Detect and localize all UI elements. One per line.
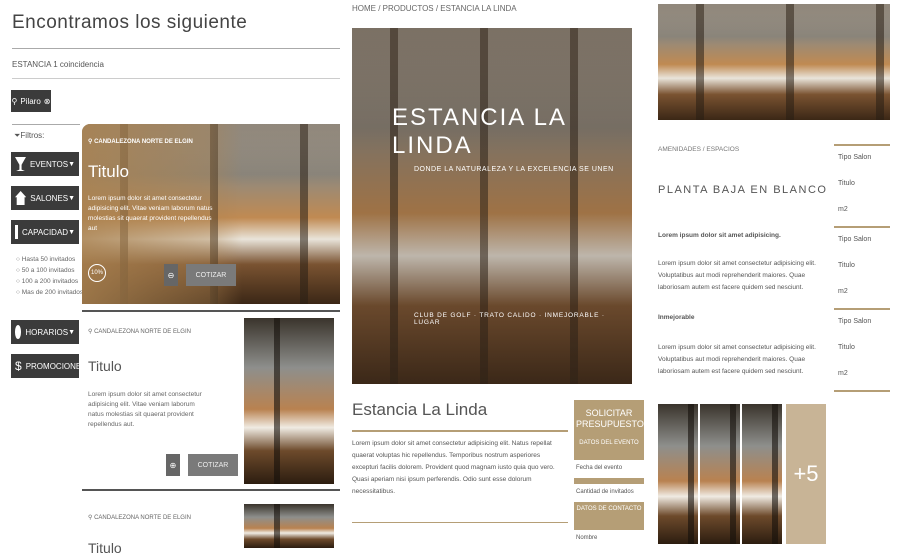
card-title: Titulo: [88, 540, 122, 556]
results-heading: Encontramos los siguiente: [12, 12, 248, 33]
spec-item: m2: [838, 370, 848, 377]
quote-button[interactable]: COTIZAR: [188, 454, 238, 476]
venue-name: Estancia La Linda: [352, 400, 488, 419]
filter-label: EVENTOS: [29, 159, 69, 169]
dollar-icon: $: [15, 359, 22, 373]
room-paragraph-head: Lorem ipsum dolor sit amet adipisicing.: [658, 232, 781, 239]
divider: [12, 78, 340, 79]
spec-item: m2: [838, 206, 848, 213]
filter-label: HORARIOS: [25, 327, 69, 337]
filter-salones[interactable]: SALONES ▼: [11, 186, 79, 210]
room-title: PLANTA BAJA EN BLANCO: [658, 184, 828, 196]
card-title: Titulo: [88, 358, 122, 374]
clock-icon: [15, 325, 22, 339]
favorite-button[interactable]: ⊖: [164, 264, 178, 286]
room-paragraph-head: Inmejorable: [658, 314, 695, 321]
divider: [82, 310, 340, 312]
hero-footer: CLUB DE GOLF · TRATO CALIDO · INMEJORABL…: [414, 312, 605, 326]
house-icon: [15, 191, 27, 205]
venue-card[interactable]: ⚲ CANDALEZONA NORTE DE ELGIN Titulo Lore…: [82, 124, 340, 304]
clipboard-icon: [15, 225, 18, 239]
divider: [12, 48, 340, 49]
divider: [352, 430, 568, 432]
filter-capacidad[interactable]: CAPACIDAD ▼: [11, 220, 79, 244]
spec-item: Tipo Salon: [838, 318, 872, 325]
card-location: ⚲ CANDALEZONA NORTE DE ELGIN: [88, 329, 191, 335]
guests-input[interactable]: Cantidad de invitados: [574, 484, 644, 502]
room-photo: [658, 4, 890, 120]
hero-subtitle: DONDE LA NATURALEZA Y LA EXCELENCIA SE U…: [414, 166, 614, 173]
results-count: ESTANCIA 1 coincidencia: [12, 60, 104, 69]
card-photo: [244, 318, 334, 484]
event-data-header: DATOS DEL EVENTO: [579, 440, 639, 446]
gallery-thumb[interactable]: [700, 404, 740, 544]
hero-image: ESTANCIA LA LINDA DONDE LA NATURALEZA Y …: [352, 28, 632, 384]
breadcrumb: HOME / PRODUCTOS / ESTANCIA LA LINDA: [352, 4, 517, 13]
filter-horarios[interactable]: HORARIOS ▼: [11, 320, 79, 344]
gallery-thumb[interactable]: [742, 404, 782, 544]
venue-description: Lorem ipsum dolor sit amet consectetur a…: [352, 440, 555, 495]
filter-label: CAPACIDAD: [21, 227, 69, 237]
location-tag-label: Pilaro: [20, 96, 41, 106]
card-title: Titulo: [88, 162, 129, 181]
card-location: ⚲ CANDALEZONA NORTE DE ELGIN: [88, 139, 193, 145]
quote-box: SOLICITAR PRESUPUESTO DATOS DEL EVENTO F…: [574, 400, 644, 548]
spec-item: m2: [838, 288, 848, 295]
spec-item: Titulo: [838, 344, 855, 351]
spec-item: Tipo Salon: [838, 154, 872, 161]
spec-list: Tipo Salon Titulo m2 Tipo Salon Titulo m…: [834, 144, 890, 394]
gallery-thumb[interactable]: [658, 404, 698, 544]
chevron-down-icon: ▼: [68, 160, 75, 168]
chevron-down-icon: ▼: [68, 228, 75, 236]
card-photo: [244, 504, 334, 548]
divider: [82, 489, 340, 491]
room-paragraph: Lorem ipsum dolor sit amet consectetur a…: [658, 260, 816, 291]
quote-button[interactable]: COTIZAR: [186, 264, 236, 286]
spec-item: Tipo Salon: [838, 236, 872, 243]
venue-card[interactable]: ⚲ CANDALEZONA NORTE DE ELGIN Titulo Lore…: [82, 314, 340, 488]
divider: [12, 124, 80, 125]
name-input[interactable]: Nombre: [574, 530, 644, 548]
event-date-input[interactable]: Fecha del evento: [574, 460, 644, 478]
favorite-button[interactable]: ⊕: [166, 454, 180, 476]
radio-option[interactable]: ○ 100 a 200 invitados: [16, 276, 83, 287]
room-category: AMENIDADES / ESPACIOS: [658, 146, 740, 153]
card-description: Lorem ipsum dolor sit amet consectetur a…: [88, 195, 213, 232]
spec-item: Titulo: [838, 262, 855, 269]
radio-option[interactable]: ○ 50 a 100 invitados: [16, 265, 83, 276]
radio-option[interactable]: ○ Hasta 50 invitados: [16, 254, 83, 265]
glass-icon: [15, 157, 26, 171]
close-icon[interactable]: ⊗: [44, 97, 51, 106]
filter-label: SALONES: [30, 193, 69, 203]
card-location: ⚲ CANDALEZONA NORTE DE ELGIN: [88, 515, 191, 521]
spec-item: Titulo: [838, 180, 855, 187]
room-paragraph: Lorem ipsum dolor sit amet consectetur a…: [658, 344, 816, 375]
filter-label: PROMOCIONES: [25, 361, 87, 371]
venue-card[interactable]: ⚲ CANDALEZONA NORTE DE ELGIN Titulo: [82, 500, 340, 556]
chevron-down-icon: ▼: [68, 194, 75, 202]
discount-badge: 10%: [88, 264, 106, 282]
pin-icon: ⚲: [11, 96, 18, 106]
location-tag[interactable]: ⚲ Pilaro ⊗: [11, 90, 51, 112]
quote-box-title: SOLICITAR PRESUPUESTO: [576, 408, 644, 429]
radio-option[interactable]: ○ Mas de 200 invitados: [16, 287, 83, 298]
contact-data-header: DATOS DE CONTACTO: [576, 506, 642, 512]
filters-title: ⏷Filtros:: [14, 131, 45, 140]
filter-eventos[interactable]: EVENTOS ▼: [11, 152, 79, 176]
chevron-down-icon: ▼: [68, 328, 75, 336]
hero-title: ESTANCIA LA LINDA: [392, 104, 566, 159]
more-photos-button[interactable]: +5: [786, 404, 826, 544]
divider: [352, 522, 568, 523]
card-description: Lorem ipsum dolor sit amet consectetur a…: [88, 391, 202, 428]
capacity-options: ○ Hasta 50 invitados ○ 50 a 100 invitado…: [16, 254, 83, 298]
filter-promociones[interactable]: $ PROMOCIONES▼: [11, 354, 94, 378]
